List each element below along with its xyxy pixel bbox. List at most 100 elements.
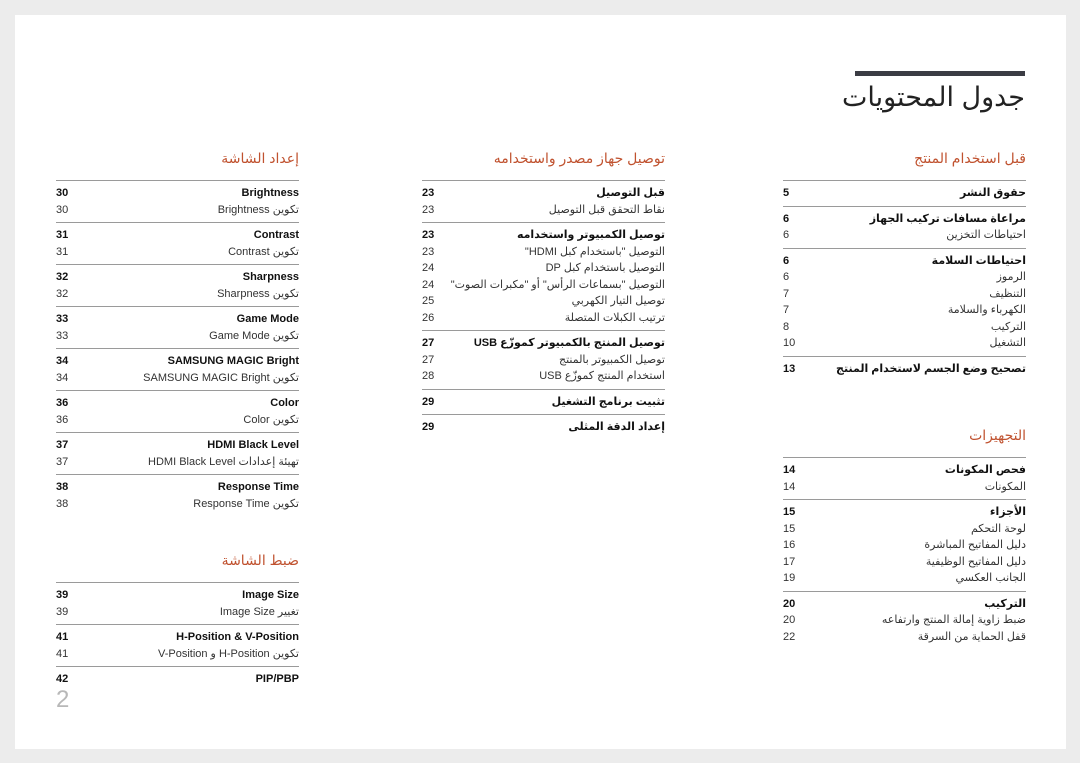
entry-page-number: 27 (422, 337, 435, 349)
toc-entry[interactable]: التوصيل "باستخدام كبل HDMI" 23 (422, 244, 665, 261)
toc-heading-entry[interactable]: Brightness 30 (56, 185, 299, 202)
toc-entry[interactable]: التنظيف 7 (783, 286, 1026, 303)
toc-entry[interactable]: الجانب العكسي 19 (783, 570, 1026, 587)
toc-section: ضبط الشاشة Image Size 39 تغيير Image Size 39… (56, 550, 299, 692)
toc-group: Color 36 تكوين Color 36 (56, 390, 299, 432)
toc-entry[interactable]: التوصيل "بسماعات الرأس" أو "مكبرات الصوت… (422, 277, 665, 294)
entry-label: استخدام المنتج كموزّع USB (539, 370, 665, 382)
entry-page-number: 28 (422, 370, 435, 382)
toc-heading-entry[interactable]: H-Position & V-Position 41 (56, 629, 299, 646)
entry-label: توصيل الكمبيوتر بالمنتج (558, 353, 665, 366)
entry-page-number: 10 (783, 337, 796, 349)
toc-heading-entry[interactable]: Contrast 31 (56, 227, 299, 244)
toc-heading-entry[interactable]: احتياطات السلامة 6 (783, 253, 1026, 270)
toc-entry[interactable]: تكوين Brightness 30 (56, 202, 299, 219)
toc-heading-entry[interactable]: PIP/PBP 42 (56, 671, 299, 688)
toc-heading-entry[interactable]: SAMSUNG MAGIC Bright 34 (56, 353, 299, 370)
entry-page-number: 14 (783, 464, 796, 476)
toc-entry[interactable]: ضبط زاوية إمالة المنتج وارتفاعه 20 (783, 612, 1026, 629)
toc-entry[interactable]: تكوين Response Time 38 (56, 496, 299, 513)
entry-page-number: 6 (783, 212, 790, 225)
toc-entry[interactable]: دليل المفاتيح المباشرة 16 (783, 537, 1026, 554)
toc-heading-entry[interactable]: HDMI Black Level 37 (56, 437, 299, 454)
entry-page-number: 29 (422, 421, 435, 433)
entry-page-number: 17 (783, 555, 796, 568)
toc-entry[interactable]: تكوين Contrast 31 (56, 244, 299, 261)
toc-entry[interactable]: تكوين Game Mode 33 (56, 328, 299, 345)
toc-group: Image Size 39 تغيير Image Size 39 (56, 582, 299, 624)
entry-page-number: 24 (422, 262, 435, 274)
entry-page-number: 29 (422, 395, 435, 408)
entry-page-number: 31 (56, 245, 69, 258)
section-title[interactable]: التجهيزات (783, 425, 1026, 451)
entry-label: تكوين Game Mode (209, 329, 299, 342)
entry-label: الرموز (996, 271, 1026, 283)
toc-entry[interactable]: لوحة التحكم 15 (783, 521, 1026, 538)
toc-entry[interactable]: التوصيل باستخدام كبل DP 24 (422, 260, 665, 277)
entry-page-number: 38 (56, 497, 69, 510)
toc-column-left: إعداد الشاشة Brightness 30 تكوين Brightness… (56, 148, 299, 692)
toc-entry[interactable]: تغيير Image Size 39 (56, 604, 299, 621)
toc-heading-entry[interactable]: توصيل المنتج بالكمبيوتر كموزّع USB 27 (422, 335, 665, 352)
toc-heading-entry[interactable]: الأجزاء 15 (783, 504, 1026, 521)
toc-entry[interactable]: استخدام المنتج كموزّع USB 28 (422, 368, 665, 385)
section-title[interactable]: إعداد الشاشة (56, 148, 299, 174)
toc-heading-entry[interactable]: قبل التوصيل 23 (422, 185, 665, 202)
toc-entry[interactable]: تكوين H-Position و V-Position 41 (56, 646, 299, 663)
toc-entry[interactable]: المكونات 14 (783, 479, 1026, 496)
toc-group: مراعاة مسافات تركيب الجهاز 6 احتياطات التخ… (783, 205, 1026, 248)
toc-entry[interactable]: الكهرباء والسلامة 7 (783, 302, 1026, 319)
toc-section: قبل استخدام المنتج حقوق النشر 5 مراعاة مساف… (783, 148, 1026, 381)
entry-label: احتياطات التخزين (946, 229, 1026, 241)
section-title[interactable]: قبل استخدام المنتج (783, 148, 1026, 174)
toc-entry[interactable]: تكوين SAMSUNG MAGIC Bright 34 (56, 370, 299, 387)
toc-entry[interactable]: التركيب 8 (783, 319, 1026, 336)
toc-entry[interactable]: قفل الحماية من السرقة 22 (783, 629, 1026, 646)
entry-page-number: 14 (783, 480, 796, 493)
toc-heading-entry[interactable]: مراعاة مسافات تركيب الجهاز 6 (783, 211, 1026, 228)
toc-entry[interactable]: دليل المفاتيح الوظيفية 17 (783, 554, 1026, 571)
toc-heading-entry[interactable]: التركيب 20 (783, 596, 1026, 613)
toc-entry[interactable]: تكوين Color 36 (56, 412, 299, 429)
toc-entry[interactable]: ترتيب الكبلات المتصلة 26 (422, 310, 665, 327)
entry-label: إعداد الدقة المثلى (568, 421, 665, 433)
toc-entry[interactable]: التشغيل 10 (783, 335, 1026, 352)
toc-group: توصيل الكمبيوتر واستخدامه 23 التوصيل "باست… (422, 222, 665, 330)
entry-label: التوصيل "باستخدام كبل HDMI" (524, 245, 665, 258)
toc-entry[interactable]: تكوين Sharpness 32 (56, 286, 299, 303)
toc-group: تثبيت برنامج التشغيل 29 (422, 388, 665, 415)
toc-entry[interactable]: توصيل التيار الكهربي 25 (422, 293, 665, 310)
page-title: جدول المحتويات (841, 82, 1025, 112)
toc-heading-entry[interactable]: تصحيح وضع الجسم لاستخدام المنتج 13 (783, 361, 1026, 378)
toc-heading-entry[interactable]: حقوق النشر 5 (783, 185, 1026, 202)
toc-heading-entry[interactable]: Sharpness 32 (56, 269, 299, 286)
entry-label: تثبيت برنامج التشغيل (551, 395, 665, 408)
entry-label: التوصيل "بسماعات الرأس" أو "مكبرات الصوت… (450, 278, 665, 291)
entry-page-number: 23 (422, 229, 435, 241)
toc-heading-entry[interactable]: Game Mode 33 (56, 311, 299, 328)
entry-label: فحص المكونات (944, 464, 1026, 476)
toc-heading-entry[interactable]: Response Time 38 (56, 479, 299, 496)
toc-entry[interactable]: تهيئة إعدادات HDMI Black Level 37 (56, 454, 299, 471)
entry-page-number: 39 (56, 605, 69, 618)
section-title[interactable]: توصيل جهاز مصدر واستخدامه (422, 148, 665, 174)
toc-heading-entry[interactable]: إعداد الدقة المثلى 29 (422, 419, 665, 436)
toc-entry[interactable]: احتياطات التخزين 6 (783, 227, 1026, 244)
toc-section: التجهيزات فحص المكونات 14 المكونات 14 الأجزاء… (783, 425, 1026, 649)
toc-group: احتياطات السلامة 6 الرموز 6 التنظيف 7 الكهرباء… (783, 247, 1026, 356)
toc-entry[interactable]: الرموز 6 (783, 269, 1026, 286)
toc-entry[interactable]: نقاط التحقق قبل التوصيل 23 (422, 202, 665, 219)
toc-heading-entry[interactable]: Image Size 39 (56, 587, 299, 604)
toc-heading-entry[interactable]: Color 36 (56, 395, 299, 412)
toc-heading-entry[interactable]: تثبيت برنامج التشغيل 29 (422, 394, 665, 411)
toc-heading-entry[interactable]: توصيل الكمبيوتر واستخدامه 23 (422, 227, 665, 244)
entry-label: قفل الحماية من السرقة (917, 630, 1026, 643)
section-title[interactable]: ضبط الشاشة (56, 550, 299, 576)
entry-label: PIP/PBP (255, 673, 299, 685)
toc-group: تصحيح وضع الجسم لاستخدام المنتج 13 (783, 355, 1026, 382)
toc-heading-entry[interactable]: فحص المكونات 14 (783, 462, 1026, 479)
entry-page-number: 32 (56, 287, 69, 300)
entry-label: تكوين Color (243, 413, 299, 426)
toc-entry[interactable]: توصيل الكمبيوتر بالمنتج 27 (422, 352, 665, 369)
entry-page-number: 32 (56, 271, 69, 283)
